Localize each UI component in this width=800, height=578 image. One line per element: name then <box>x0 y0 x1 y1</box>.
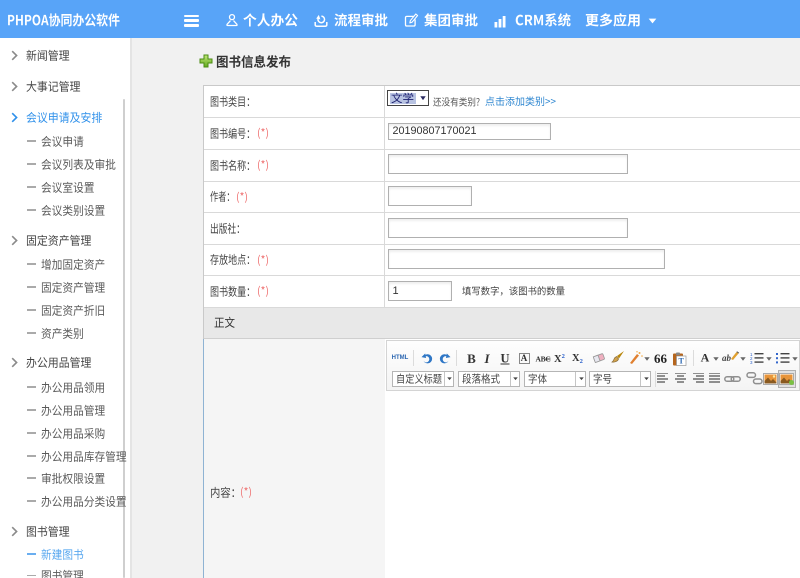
svg-text:T: T <box>679 356 685 365</box>
svg-text:3: 3 <box>750 360 753 364</box>
